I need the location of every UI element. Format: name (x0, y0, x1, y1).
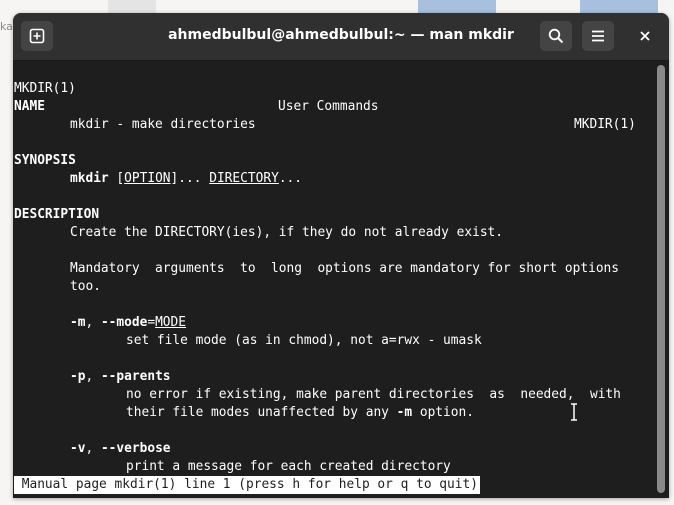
option-parents-desc-pre: their file modes unaffected by any (126, 405, 397, 420)
option-verbose-sep: , (85, 441, 101, 456)
search-button[interactable] (540, 21, 572, 51)
option-verbose-short: -v (70, 441, 86, 456)
option-parents-long: --parents (100, 369, 171, 384)
text-cursor-icon (571, 403, 577, 421)
headerbar: ahmedbulbul@ahmedbulbul:~ — man mkdir (13, 13, 669, 61)
desktop-background-strip (580, 0, 658, 14)
close-icon (640, 31, 650, 41)
option-mode-short: -m (70, 315, 86, 330)
desktop-background-strip (418, 0, 496, 14)
option-mode-long: --mode (100, 315, 148, 330)
hamburger-menu-icon (592, 30, 604, 42)
close-button[interactable] (629, 21, 661, 51)
synopsis-option: OPTION (124, 171, 171, 186)
option-parents-desc-post: option. (412, 405, 474, 420)
option-parents-description-1: no error if existing, make parent direct… (126, 387, 621, 402)
desktop-background-strip (108, 0, 156, 14)
terminal-content[interactable]: MKDIR(1) User Commands MKDIR(1) NAME mkd… (13, 61, 669, 498)
scrollbar-thumb[interactable] (657, 65, 665, 493)
option-mode-eq: = (147, 315, 156, 330)
option-verbose-long: --verbose (100, 441, 171, 456)
option-parents-sep: , (85, 369, 101, 384)
option-parents-desc-flag: -m (396, 405, 413, 420)
desktop-fragment-text: ka (0, 20, 13, 33)
synopsis-directory: DIRECTORY (209, 171, 279, 186)
synopsis-ellipsis: ... (278, 171, 303, 186)
description-line-1: Create the DIRECTORY(ies), if they do no… (70, 225, 504, 240)
synopsis-bracket-open: [ (116, 171, 125, 186)
option-parents: -p, --parents (70, 368, 171, 386)
section-heading-description: DESCRIPTION (14, 207, 100, 222)
description-line-3: too. (70, 279, 101, 294)
description-line-2: Mandatory arguments to long options are … (70, 261, 620, 276)
section-heading-name: NAME (14, 99, 45, 114)
main-menu-button[interactable] (582, 21, 614, 51)
man-header-right: MKDIR(1) (574, 117, 636, 132)
option-parents-short: -p (70, 369, 86, 384)
option-parents-description-2: their file modes unaffected by any -m op… (126, 404, 474, 422)
pager-status-bar: Manual page mkdir(1) line 1 (press h for… (14, 476, 480, 494)
name-text: mkdir - make directories (70, 117, 256, 132)
option-mode-sep: , (85, 315, 101, 330)
synopsis-line: mkdir [OPTION]... DIRECTORY... (70, 170, 302, 188)
option-verbose: -v, --verbose (70, 440, 171, 458)
terminal-window: ahmedbulbul@ahmedbulbul:~ — man mkdir MK… (13, 13, 669, 498)
option-verbose-description: print a message for each created directo… (126, 459, 451, 474)
man-header-left: MKDIR(1) (14, 81, 76, 96)
synopsis-bracket-close: ]... (170, 171, 210, 186)
man-header: MKDIR(1) User Commands MKDIR(1) (14, 62, 636, 132)
option-mode-description: set file mode (as in chmod), not a=rwx -… (126, 333, 482, 348)
man-header-center: User Commands (278, 99, 379, 114)
option-mode: -m, --mode=MODE (70, 314, 186, 332)
scrollbar[interactable] (657, 65, 665, 493)
search-icon (548, 28, 564, 44)
option-mode-arg: MODE (155, 315, 187, 330)
section-heading-synopsis: SYNOPSIS (14, 153, 76, 168)
synopsis-command: mkdir (70, 171, 109, 186)
